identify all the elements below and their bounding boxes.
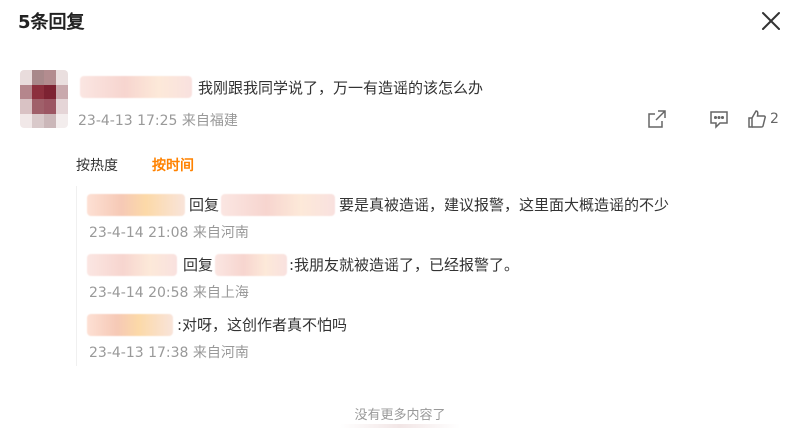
reply-meta: 23-4-14 21:08 来自河南 [89,222,249,242]
main-comment: 我刚跟我同学说了，万一有造谣的该怎么办 23-4-13 17:25 来自福建 2 [20,70,780,140]
reply-list: 回复 要是真被造谣，建议报警，这里面大概造谣的不少 23-4-14 21:08 … [76,186,780,366]
reply-text: :我朋友就被造谣了，已经报警了。 [289,256,520,274]
reply-item: :对呀，这创作者真不怕吗 23-4-13 17:38 来自河南 [87,312,777,372]
reply-text: 要是真被造谣，建议报警，这里面大概造谣的不少 [339,196,670,214]
comment-source: 来自福建 [181,113,238,129]
comment-time: 23-4-13 17:25 [78,113,178,129]
avatar[interactable] [20,70,68,128]
reply-time: 23-4-14 21:08 [89,225,189,241]
reply-item: 回复 要是真被造谣，建议报警，这里面大概造谣的不少 23-4-14 21:08 … [87,192,777,252]
dialog-header: 5条回复 [0,0,800,44]
blurred-username[interactable] [80,76,192,98]
comment-text: 我刚跟我同学说了，万一有造谣的该怎么办 [198,79,484,97]
list-footer: 没有更多内容了 [0,404,800,430]
reply-source: 来自河南 [192,225,249,241]
reply-prefix: 回复 [189,196,220,214]
reply-prefix: 回复 [183,256,214,274]
comment-meta: 23-4-13 17:25 来自福建 [78,110,238,130]
divider [340,424,460,428]
reply-source: 来自上海 [192,285,249,301]
reply-meta: 23-4-13 17:38 来自河南 [89,342,249,362]
blurred-username[interactable] [87,254,177,276]
like-count: 2 [770,111,779,127]
no-more-content: 没有更多内容了 [354,408,446,423]
comment-actions: 2 [646,108,780,130]
blurred-username[interactable] [87,314,173,336]
share-icon[interactable] [646,108,668,130]
reply-time: 23-4-14 20:58 [89,285,189,301]
tab-sort-time[interactable]: 按时间 [152,155,194,175]
like-icon[interactable] [746,108,768,130]
close-icon[interactable] [758,8,784,34]
dialog-title: 5条回复 [18,12,85,33]
reply-time: 23-4-13 17:38 [89,345,189,361]
reply-source: 来自河南 [192,345,249,361]
comment-icon[interactable] [708,108,730,130]
tab-sort-hot[interactable]: 按热度 [76,155,118,175]
blurred-reply-target[interactable] [215,254,287,276]
reply-meta: 23-4-14 20:58 来自上海 [89,282,249,302]
reply-text: :对呀，这创作者真不怕吗 [177,316,348,334]
blurred-username[interactable] [87,194,185,216]
reply-item: 回复 :我朋友就被造谣了，已经报警了。 23-4-14 20:58 来自上海 [87,252,777,312]
blurred-reply-target[interactable] [221,194,335,216]
